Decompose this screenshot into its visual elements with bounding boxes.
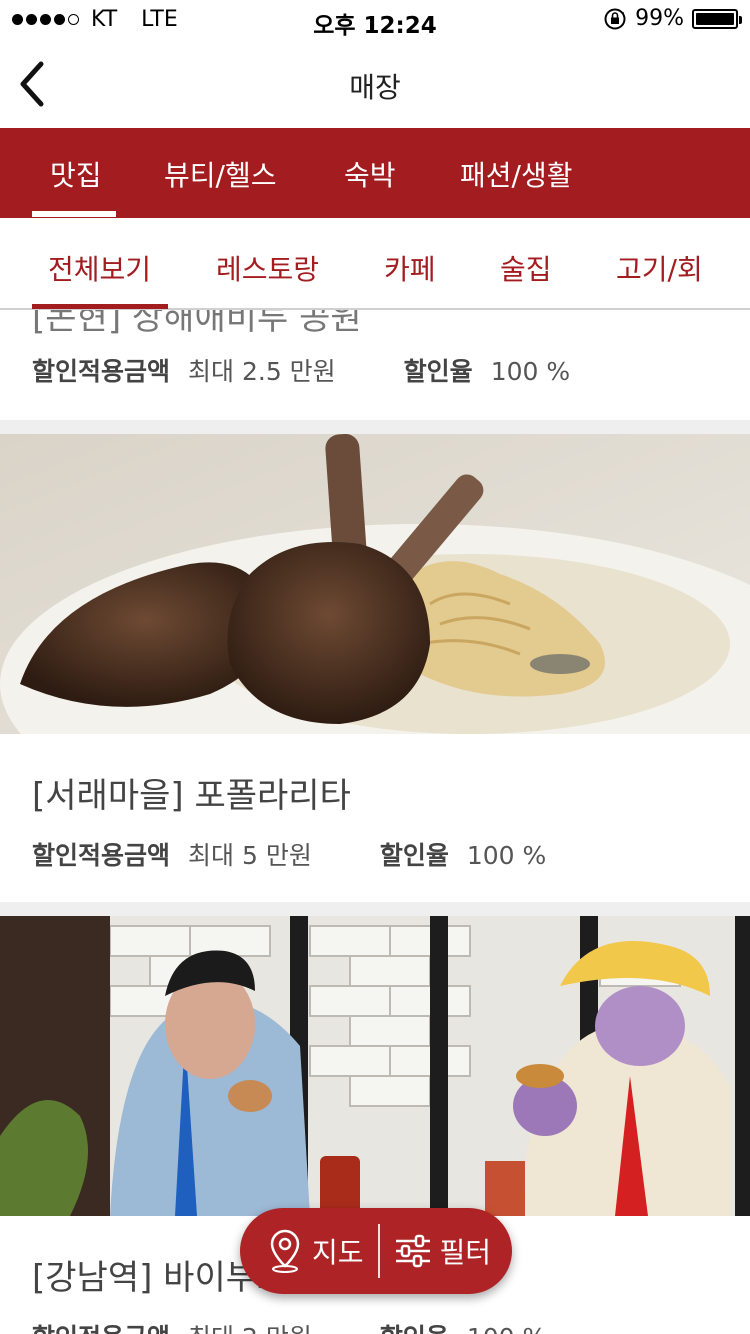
discount-rate-label: 할인율 bbox=[380, 1318, 449, 1334]
store-name: [논현] 상해애비투 공원 bbox=[32, 310, 362, 338]
tab-fashion-life[interactable]: 패션/생활 bbox=[460, 154, 572, 194]
store-info: 할인적용금액 최대 2.5 만원 할인율 100 % bbox=[32, 352, 570, 388]
subtab-restaurant[interactable]: 레스토랑 bbox=[216, 248, 319, 288]
discount-rate-value: 100 % bbox=[467, 1323, 546, 1334]
status-bar: KT LTE 오후 12:24 99% bbox=[0, 0, 750, 40]
tab-beauty-health[interactable]: 뷰티/헬스 bbox=[164, 154, 276, 194]
discount-rate-value: 100 % bbox=[490, 357, 571, 386]
filter-button[interactable]: 필터 bbox=[380, 1208, 492, 1294]
discount-amount-value: 최대 5 만원 bbox=[188, 841, 312, 870]
discount-amount-value: 최대 2 만원 bbox=[188, 1318, 312, 1334]
subtab-all[interactable]: 전체보기 bbox=[48, 248, 151, 288]
discount-amount-value: 최대 2.5 만원 bbox=[188, 357, 336, 386]
category-active-indicator bbox=[32, 211, 116, 217]
map-label: 지도 bbox=[312, 1236, 364, 1269]
store-name: [서래마을] 포폴라리타 bbox=[32, 776, 351, 816]
subtab-meat-sashimi[interactable]: 고기/회 bbox=[616, 248, 703, 288]
discount-rate-label: 할인율 bbox=[379, 841, 449, 870]
store-card[interactable]: [서래마을] 포폴라리타 할인적용금액 최대 5 만원 할인율 100 % bbox=[0, 434, 750, 902]
store-card[interactable]: [논현] 상해애비투 공원 할인적용금액 최대 2.5 만원 할인율 100 % bbox=[0, 310, 750, 420]
map-button[interactable]: 지도 bbox=[240, 1208, 378, 1294]
subcategory-bar: 전체보기 레스토랑 카페 술집 고기/회 bbox=[0, 218, 750, 310]
tab-food[interactable]: 맛집 bbox=[50, 154, 102, 194]
store-info: 할인적용금액 최대 2 만원 할인율 100 % bbox=[32, 1318, 546, 1334]
tab-lodging[interactable]: 숙박 bbox=[344, 154, 396, 194]
rotation-lock-icon bbox=[604, 8, 626, 29]
sliders-icon bbox=[395, 1234, 430, 1268]
subtab-bar[interactable]: 술집 bbox=[500, 248, 552, 288]
store-photo bbox=[0, 916, 750, 1216]
subcategory-active-indicator bbox=[32, 304, 168, 309]
discount-amount-label: 할인적용금액 bbox=[32, 357, 171, 386]
category-bar: 맛집 뷰티/헬스 숙박 패션/생활 bbox=[0, 128, 750, 218]
map-filter-fab: 지도 필터 bbox=[240, 1208, 512, 1294]
discount-rate-label: 할인율 bbox=[403, 357, 473, 386]
subtab-cafe[interactable]: 카페 bbox=[384, 248, 436, 288]
discount-rate-value: 100 % bbox=[466, 841, 547, 870]
store-list[interactable]: [논현] 상해애비투 공원 할인적용금액 최대 2.5 만원 할인율 100 % bbox=[0, 310, 750, 1334]
store-photo bbox=[0, 434, 750, 734]
battery-icon bbox=[692, 8, 742, 29]
discount-amount-label: 할인적용금액 bbox=[32, 1318, 170, 1334]
battery-percent: 99% bbox=[635, 6, 684, 31]
screen: KT LTE 오후 12:24 99% 매장 맛집 뷰티/헬스 숙박 패션/생활 bbox=[0, 0, 750, 1334]
store-info: 할인적용금액 최대 5 만원 할인율 100 % bbox=[32, 836, 546, 872]
discount-amount-label: 할인적용금액 bbox=[32, 841, 171, 870]
nav-bar: 매장 bbox=[0, 40, 750, 128]
filter-label: 필터 bbox=[439, 1236, 492, 1269]
map-pin-icon bbox=[270, 1229, 300, 1273]
page-title: 매장 bbox=[349, 71, 401, 104]
